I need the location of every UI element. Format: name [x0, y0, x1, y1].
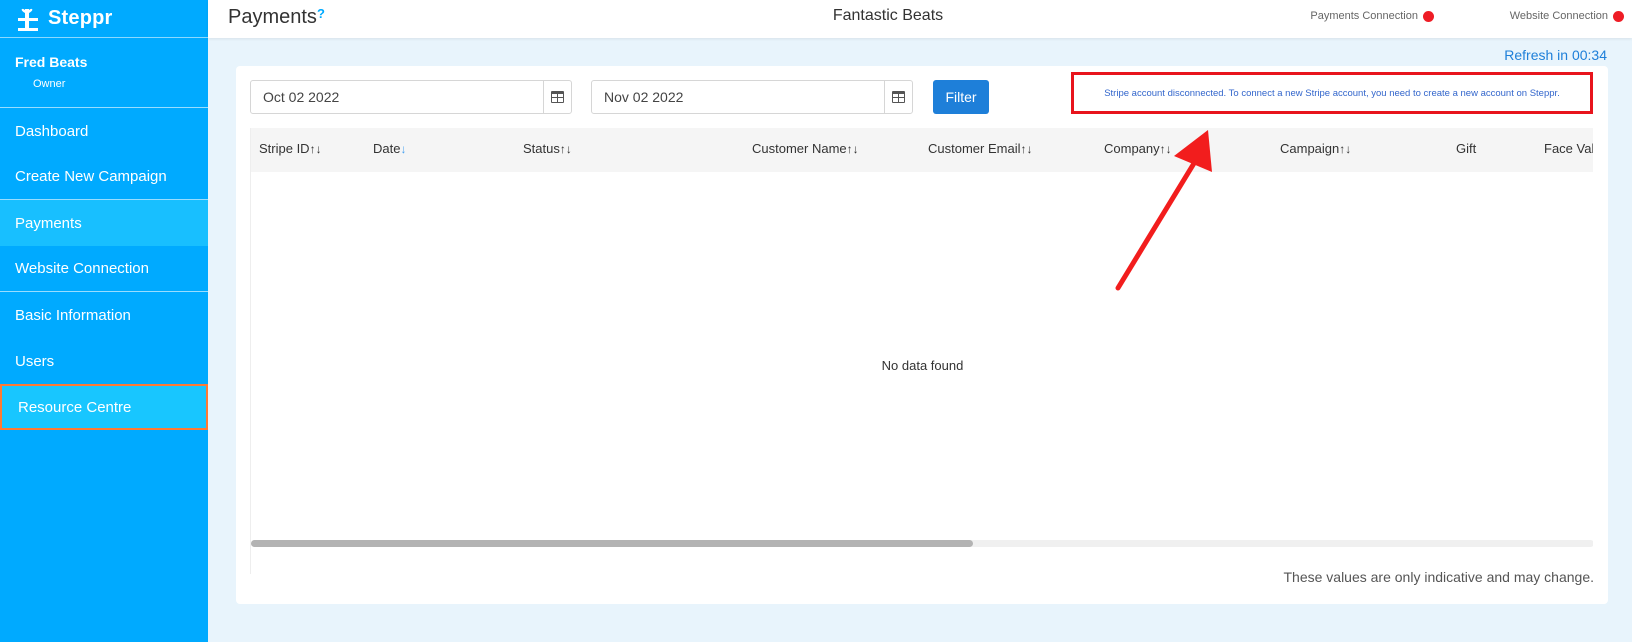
payments-table: Stripe ID↑↓ Date↓ Status↑↓ Customer Name…: [250, 128, 1593, 574]
table-header: Stripe ID↑↓ Date↓ Status↑↓ Customer Name…: [251, 128, 1593, 172]
disclaimer-text: These values are only indicative and may…: [1283, 569, 1594, 585]
end-date-field[interactable]: Nov 02 2022: [591, 80, 913, 114]
horizontal-scrollbar[interactable]: [251, 540, 1593, 547]
website-connection-label: Website Connection: [1509, 10, 1608, 22]
column-header-customer-email[interactable]: Customer Email↑↓: [928, 141, 1032, 156]
column-header-campaign[interactable]: Campaign↑↓: [1280, 141, 1351, 156]
column-header-company[interactable]: Company↑↓: [1104, 141, 1172, 156]
start-date-picker-button[interactable]: [543, 81, 571, 113]
column-label: Gift: [1456, 141, 1477, 156]
column-label: Campaign: [1280, 141, 1340, 156]
status-dot-icon: [1423, 10, 1434, 22]
sidebar-item-dashboard[interactable]: Dashboard: [0, 108, 208, 154]
refresh-countdown: Refresh in 00:34: [1504, 47, 1607, 63]
start-date-value[interactable]: Oct 02 2022: [251, 81, 543, 113]
sort-desc-icon[interactable]: ↓: [400, 142, 406, 156]
calendar-icon: [551, 91, 564, 103]
sidebar-item-website-connection[interactable]: Website Connection: [0, 246, 208, 292]
start-date-field[interactable]: Oct 02 2022: [250, 80, 572, 114]
end-date-value[interactable]: Nov 02 2022: [592, 81, 884, 113]
user-profile: Fred Beats Owner: [0, 38, 208, 108]
column-label: Stripe ID: [259, 141, 310, 156]
sidebar: Steppr Fred Beats Owner Dashboard Create…: [0, 0, 208, 642]
column-header-date[interactable]: Date↓: [373, 141, 406, 156]
user-name: Fred Beats: [15, 54, 88, 70]
column-label: Customer Name: [752, 141, 847, 156]
column-label: Date: [373, 141, 401, 156]
empty-state-message: No data found: [881, 358, 964, 373]
payments-connection-status[interactable]: Payments Connection: [1310, 10, 1434, 22]
gift-logo-icon: [18, 8, 38, 31]
sort-icon[interactable]: ↑↓: [310, 142, 322, 156]
top-bar: Payments ? Fantastic Beats Payments Conn…: [208, 0, 1632, 38]
column-label: Status: [523, 141, 560, 156]
sort-icon[interactable]: ↑↓: [1020, 142, 1032, 156]
sidebar-item-basic-information[interactable]: Basic Information: [0, 292, 208, 338]
status-dot-icon: [1613, 10, 1624, 22]
sort-icon[interactable]: ↑↓: [847, 142, 859, 156]
sort-icon[interactable]: ↑↓: [1160, 142, 1172, 156]
column-label: Face Value: [1544, 141, 1593, 156]
logo[interactable]: Steppr: [0, 0, 208, 38]
payments-card: Oct 02 2022 Nov 02 2022 Filter Stripe ac…: [236, 66, 1608, 604]
calendar-icon: [892, 91, 905, 103]
scrollbar-thumb[interactable]: [251, 540, 973, 547]
filter-button[interactable]: Filter: [933, 80, 989, 114]
sort-icon[interactable]: ↑↓: [1339, 142, 1351, 156]
payments-connection-label: Payments Connection: [1310, 10, 1418, 22]
column-label: Company: [1104, 141, 1160, 156]
sidebar-item-resource-centre[interactable]: Resource Centre: [0, 384, 208, 430]
app-name: Steppr: [48, 7, 113, 29]
column-header-customer-name[interactable]: Customer Name↑↓: [752, 141, 859, 156]
user-role: Owner: [33, 78, 66, 90]
notice-text[interactable]: Stripe account disconnected. To connect …: [1104, 88, 1560, 99]
column-header-stripe-id[interactable]: Stripe ID↑↓: [259, 141, 322, 156]
sidebar-item-create-new-campaign[interactable]: Create New Campaign: [0, 154, 208, 200]
column-header-status[interactable]: Status↑↓: [523, 141, 572, 156]
column-label: Customer Email: [928, 141, 1021, 156]
sidebar-item-users[interactable]: Users: [0, 338, 208, 384]
column-header-gift[interactable]: Gift: [1456, 141, 1476, 156]
sidebar-item-payments[interactable]: Payments: [0, 200, 208, 246]
stripe-disconnected-notice: Stripe account disconnected. To connect …: [1071, 72, 1593, 114]
sort-icon[interactable]: ↑↓: [560, 142, 572, 156]
end-date-picker-button[interactable]: [884, 81, 912, 113]
column-header-face-value[interactable]: Face Value: [1544, 141, 1593, 156]
website-connection-status[interactable]: Website Connection: [1510, 10, 1624, 22]
